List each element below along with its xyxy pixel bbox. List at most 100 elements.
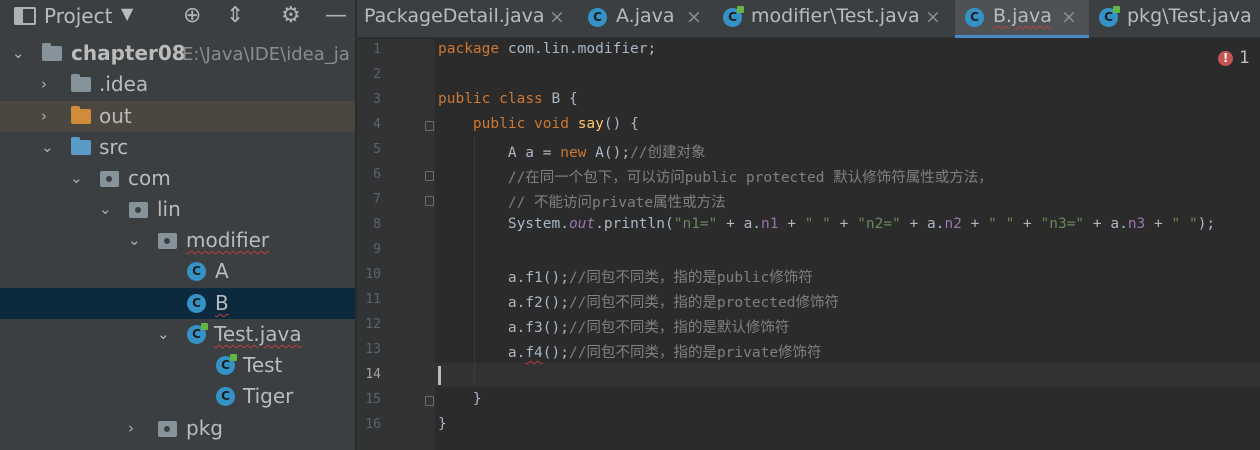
class-icon: C [588, 8, 607, 27]
tree-item-label: modifier [186, 228, 270, 252]
project-view-icon[interactable] [14, 7, 36, 25]
module-folder-icon [42, 43, 62, 61]
code-line-8: System.out.println("n1=" + a.n1 + " " + … [438, 216, 1216, 232]
tree-item-idea[interactable]: › .idea [0, 69, 355, 100]
tree-item-chapter08[interactable]: ⌄ chapter08 E:\Java\IDE\idea_ja [0, 38, 355, 69]
code-editor[interactable]: 1 2 3 4 5 6 7 8 9 10 11 12 13 14 15 16 p… [357, 39, 1260, 450]
line-number: 15 [365, 392, 381, 407]
tree-item-com[interactable]: ⌄ com [0, 163, 355, 194]
chevron-down-icon[interactable]: ⌄ [12, 41, 25, 65]
tab-pkg-test-java[interactable]: C pkg\Test.java [1089, 0, 1260, 38]
chevron-down-icon[interactable]: ▼ [121, 4, 133, 23]
tree-item-pkg[interactable]: › pkg [0, 413, 355, 444]
line-number: 6 [373, 167, 381, 182]
tree-item-src[interactable]: ⌄ src [0, 132, 355, 163]
class-icon: C [187, 294, 206, 313]
tree-item-test-java[interactable]: ⌄ C Test.java [0, 319, 355, 350]
class-icon: C [965, 8, 984, 27]
package-icon [158, 233, 177, 249]
java-file-icon: C [187, 323, 208, 344]
tree-item-label: com [128, 166, 171, 190]
code-line-4: public void say() { [472, 116, 639, 132]
fold-icon[interactable] [425, 196, 434, 206]
java-file-icon: C [723, 6, 744, 27]
tree-item-b[interactable]: C B [0, 288, 355, 319]
tree-item-modifier[interactable]: ⌄ modifier [0, 225, 355, 256]
fold-icon[interactable] [425, 396, 434, 406]
code-line-7: // 不能访问private属性或方法 [507, 195, 726, 211]
tree-item-label: Test [243, 353, 283, 377]
text-caret [438, 366, 441, 385]
project-title[interactable]: Project [44, 4, 112, 28]
line-number: 11 [365, 292, 381, 307]
tree-item-tiger[interactable]: C Tiger [0, 381, 355, 412]
tree-item-label: .idea [99, 72, 149, 96]
tree-item-label: pkg [186, 416, 223, 440]
code-line-15: } [438, 391, 482, 407]
tree-item-out[interactable]: › out [0, 101, 355, 132]
error-icon: ! [1218, 51, 1234, 66]
chevron-down-icon[interactable]: ⌄ [128, 228, 141, 252]
tab-label: A.java [616, 5, 675, 27]
tree-item-label: out [99, 104, 132, 128]
class-icon: C [216, 387, 235, 406]
line-number: 7 [373, 192, 381, 207]
locate-icon[interactable]: ⊕ [183, 3, 201, 29]
collapse-all-icon[interactable]: ⇕ [226, 3, 244, 29]
tab-modifier-test-java[interactable]: C modifier\Test.java × [713, 0, 955, 38]
chevron-right-icon[interactable]: › [41, 72, 47, 96]
chevron-down-icon[interactable]: ⌄ [157, 322, 170, 346]
line-number: 2 [373, 67, 381, 82]
chevron-right-icon[interactable]: › [128, 416, 134, 440]
class-icon: C [187, 262, 206, 281]
tree-item-label: Test.java [214, 322, 302, 346]
chevron-right-icon[interactable]: › [41, 104, 47, 128]
gear-icon[interactable]: ⚙ [281, 3, 301, 29]
line-number: 8 [373, 217, 381, 232]
fold-icon[interactable] [425, 171, 434, 181]
tab-b-java[interactable]: C B.java × [955, 0, 1089, 38]
tree-item-lin[interactable]: ⌄ lin [0, 194, 355, 225]
line-gutter[interactable]: 1 2 3 4 5 6 7 8 9 10 11 12 13 14 15 16 [357, 39, 435, 450]
tab-label: modifier\Test.java [751, 5, 920, 27]
tree-item-label: B [215, 291, 229, 315]
code-line-13: a.f4();//同包不同类，指的是private修饰符 [438, 345, 822, 361]
chevron-down-icon[interactable]: ⌄ [41, 135, 54, 159]
tab-label: B.java [993, 5, 1052, 27]
minimize-icon[interactable]: — [325, 3, 347, 29]
close-icon[interactable]: × [549, 6, 565, 28]
project-path: E:\Java\IDE\idea_ja [182, 44, 350, 65]
tab-a-java[interactable]: C A.java × [578, 0, 713, 38]
class-icon: C [216, 354, 237, 375]
tab-packagedetail[interactable]: PackageDetail.java × [357, 0, 578, 38]
project-panel: Project ▼ ⊕ ⇕ ⚙ — ⌄ chapter08 E:\Java\ID… [0, 0, 356, 450]
tree-item-test[interactable]: C Test [0, 350, 355, 381]
error-indicator[interactable]: ! 1 [1218, 48, 1250, 68]
project-header: Project ▼ ⊕ ⇕ ⚙ — [0, 0, 355, 33]
tree-item-a[interactable]: C A [0, 256, 355, 287]
tree-item-label: src [99, 135, 129, 159]
code-line-12: a.f3();//同包不同类，指的是默认修饰符 [438, 320, 790, 336]
code-line-5: A a = new A();//创建对象 [438, 145, 706, 161]
close-icon[interactable]: × [1061, 6, 1077, 28]
line-number: 9 [373, 242, 381, 257]
code-line-16: } [438, 416, 447, 432]
package-icon [100, 171, 119, 187]
fold-icon[interactable] [425, 121, 434, 131]
chevron-down-icon[interactable]: ⌄ [70, 166, 83, 190]
code-line-1: package com.lin.modifier; [438, 41, 657, 57]
line-number-current: 14 [365, 367, 381, 382]
tree-item-label: lin [157, 197, 181, 221]
package-icon [129, 202, 148, 218]
java-file-icon: C [1099, 6, 1120, 27]
line-number: 10 [365, 267, 381, 282]
code-line-10: a.f1();//同包不同类，指的是public修饰符 [438, 270, 813, 286]
chevron-down-icon[interactable]: ⌄ [99, 197, 112, 221]
code-line-3: public class B { [438, 91, 578, 107]
close-icon[interactable]: × [925, 6, 941, 28]
current-line-highlight [435, 363, 1260, 387]
line-number: 12 [365, 317, 381, 332]
close-icon[interactable]: × [686, 6, 702, 28]
tree-item-label: A [215, 259, 229, 283]
editor-tab-bar: PackageDetail.java × C A.java × C modifi… [357, 0, 1260, 38]
